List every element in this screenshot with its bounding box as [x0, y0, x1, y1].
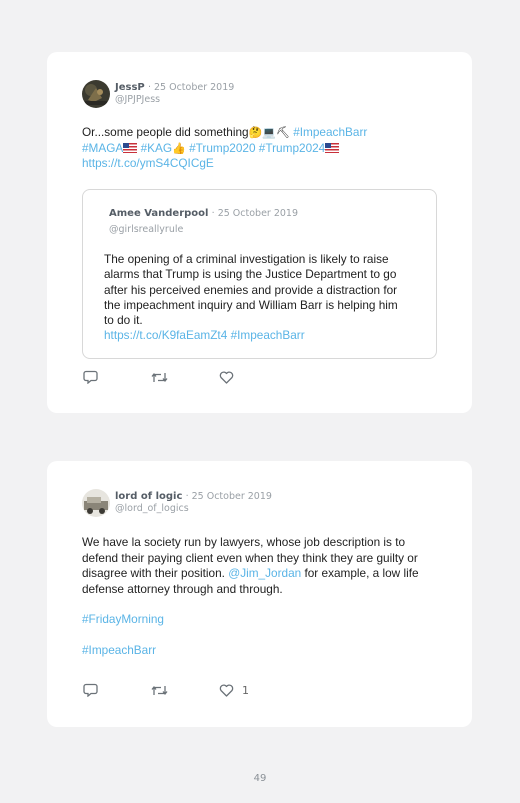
- emoji-sequence: 🤔💻⛏: [248, 127, 290, 139]
- author-handle[interactable]: @JPJPJess: [115, 94, 234, 106]
- tweet-header: lord of logic · 25 October 2019 @lord_of…: [82, 489, 272, 517]
- quoted-author-handle[interactable]: @girlsreallyrule: [109, 224, 183, 235]
- like-button[interactable]: [219, 370, 234, 384]
- hashtag-fridaymorning[interactable]: #FridayMorning: [82, 612, 164, 626]
- tweet-text-start: Or...some people did something: [82, 125, 249, 139]
- quoted-hashtag[interactable]: #ImpeachBarr: [231, 328, 305, 342]
- hashtag-impeachbarr[interactable]: #ImpeachBarr: [82, 643, 156, 657]
- mention-jim-jordan[interactable]: @Jim_Jordan: [228, 566, 301, 580]
- hashtag-trump2024[interactable]: #Trump2024: [259, 141, 325, 155]
- author-name[interactable]: lord of logic: [115, 491, 182, 502]
- retweet-icon: [151, 372, 168, 382]
- like-count: 1: [242, 683, 249, 697]
- quoted-link[interactable]: https://t.co/K9faEamZt4: [104, 328, 227, 342]
- tweet-text: Or...some people did something🤔💻⛏ #Impea…: [82, 125, 436, 172]
- tweet-actions: [83, 370, 234, 384]
- like-button[interactable]: 1: [219, 684, 249, 697]
- hashtag-impeachbarr[interactable]: #ImpeachBarr: [293, 125, 367, 139]
- reply-button[interactable]: [83, 370, 151, 384]
- us-flag-icon: [325, 142, 340, 153]
- reply-icon: [83, 370, 98, 384]
- tweet-card-jessp: JessP · 25 October 2019 @JPJPJess Or...s…: [47, 52, 472, 413]
- tweet-text: We have la society run by lawyers, whose…: [82, 535, 436, 658]
- author-name[interactable]: JessP: [115, 82, 145, 93]
- quoted-tweet[interactable]: Amee Vanderpool · 25 October 2019 @girls…: [82, 189, 437, 359]
- tweet-header: JessP · 25 October 2019 @JPJPJess: [82, 80, 234, 108]
- tweet-date: · 25 October 2019: [185, 491, 272, 502]
- avatar[interactable]: [82, 80, 110, 108]
- quoted-text-body: The opening of a criminal investigation …: [104, 252, 398, 328]
- hashtag-kag[interactable]: #KAG: [141, 141, 172, 155]
- quoted-tweet-text: The opening of a criminal investigation …: [104, 252, 406, 344]
- heart-icon: [219, 370, 234, 384]
- tweet-date: · 25 October 2019: [147, 82, 235, 93]
- page-number: 49: [253, 773, 267, 784]
- quoted-author-name[interactable]: Amee Vanderpool: [109, 208, 208, 219]
- author-handle[interactable]: @lord_of_logics: [115, 503, 272, 515]
- hashtag-trump2020[interactable]: #Trump2020: [189, 141, 255, 155]
- reply-button[interactable]: [83, 683, 151, 697]
- us-flag-icon: [123, 142, 138, 153]
- tweet-actions: 1: [83, 683, 249, 697]
- reply-icon: [83, 683, 98, 697]
- hashtag-maga[interactable]: #MAGA: [82, 141, 123, 155]
- retweet-button[interactable]: [151, 371, 219, 384]
- retweet-icon: [151, 685, 168, 695]
- tweet-link[interactable]: https://t.co/ymS4CQICgE: [82, 156, 214, 170]
- quoted-tweet-date: · 25 October 2019: [211, 208, 299, 219]
- retweet-button[interactable]: [151, 684, 219, 697]
- thumbs-up-icon: 👍: [172, 142, 186, 155]
- avatar[interactable]: [82, 489, 110, 517]
- heart-icon: [219, 683, 234, 697]
- tweet-card-lord-of-logic: lord of logic · 25 October 2019 @lord_of…: [47, 461, 472, 727]
